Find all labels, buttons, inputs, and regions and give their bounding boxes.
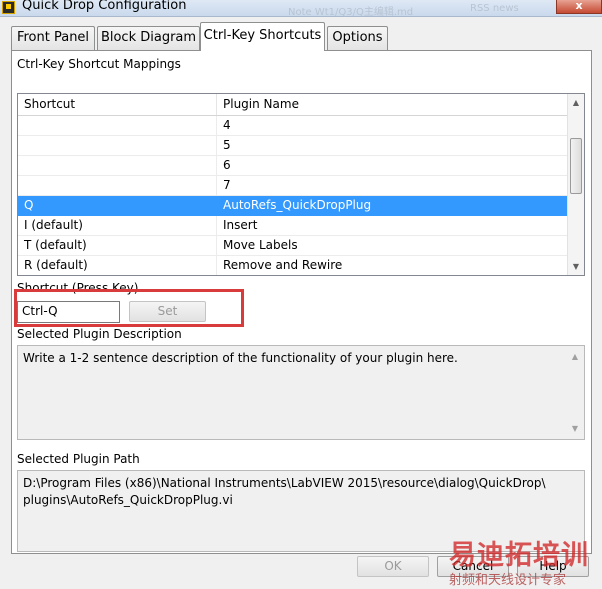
tab-options[interactable]: Options [327, 26, 388, 50]
column-divider[interactable] [216, 94, 217, 115]
table-row[interactable]: 6 [18, 156, 568, 176]
description-scrollbar[interactable]: ▲ ▼ [567, 346, 584, 439]
labview-app-icon [2, 1, 15, 14]
column-header-plugin-name[interactable]: Plugin Name [223, 97, 299, 111]
row-plugin-name: Move Labels [223, 238, 298, 252]
table-row[interactable]: 4 [18, 116, 568, 136]
listbox-rows: 4 5 6 7 Q AutoRefs_QuickDropPlug I (defa… [18, 116, 568, 275]
plugin-path-field[interactable]: D:\Program Files (x86)\National Instrume… [17, 470, 585, 552]
tab-ctrl-key-shortcuts[interactable]: Ctrl-Key Shortcuts [200, 22, 325, 51]
row-shortcut: I (default) [24, 218, 83, 232]
scroll-up-arrow-icon[interactable]: ▲ [567, 348, 583, 365]
tab-front-panel[interactable]: Front Panel [11, 26, 95, 50]
description-label: Selected Plugin Description [17, 327, 182, 341]
tab-block-diagram[interactable]: Block Diagram [97, 26, 200, 50]
table-row[interactable]: 5 [18, 136, 568, 156]
row-shortcut: Q [24, 198, 34, 212]
listbox-scrollbar[interactable]: ▲ ▼ [567, 94, 584, 275]
row-plugin-name: AutoRefs_QuickDropPlug [223, 198, 372, 212]
highlight-annotation-box [14, 289, 244, 327]
cancel-button[interactable]: Cancel [437, 556, 509, 577]
row-shortcut: T (default) [24, 238, 87, 252]
column-header-shortcut[interactable]: Shortcut [24, 97, 75, 111]
row-plugin-name: 6 [223, 158, 231, 172]
scroll-down-arrow-icon[interactable]: ▼ [567, 420, 583, 437]
shortcut-mappings-listbox[interactable]: Shortcut Plugin Name 4 5 6 7 Q AutoRefs_… [17, 93, 585, 276]
scroll-up-arrow-icon[interactable]: ▲ [568, 94, 584, 111]
row-plugin-name: 7 [223, 178, 231, 192]
table-row[interactable]: 7 [18, 176, 568, 196]
table-row-selected[interactable]: Q AutoRefs_QuickDropPlug [18, 196, 568, 216]
window-title: Quick Drop Configuration [22, 0, 187, 13]
plugin-description-text: Write a 1-2 sentence description of the … [23, 351, 458, 365]
plugin-path-label: Selected Plugin Path [17, 452, 140, 466]
dialog-body: Front Panel Block Diagram Ctrl-Key Short… [8, 18, 598, 586]
row-plugin-name: 5 [223, 138, 231, 152]
ok-button[interactable]: OK [357, 556, 429, 577]
row-plugin-name: Remove and Rewire [223, 258, 343, 272]
row-shortcut: R (default) [24, 258, 88, 272]
close-button[interactable]: x [556, 0, 602, 14]
mappings-section-label: Ctrl-Key Shortcut Mappings [17, 57, 181, 71]
row-plugin-name: 4 [223, 118, 231, 132]
scroll-down-arrow-icon[interactable]: ▼ [568, 258, 584, 275]
background-window-text: Note Wt1/Q3/Q主编辑.md [288, 7, 414, 18]
scrollbar-thumb[interactable] [570, 138, 582, 194]
help-button[interactable]: Help [517, 556, 589, 577]
table-row[interactable]: T (default) Move Labels [18, 236, 568, 256]
plugin-description-field[interactable]: Write a 1-2 sentence description of the … [17, 345, 585, 440]
background-window-text-2: RSS news [470, 3, 519, 14]
table-row[interactable]: I (default) Insert [18, 216, 568, 236]
listbox-header: Shortcut Plugin Name [18, 94, 568, 116]
table-row[interactable]: R (default) Remove and Rewire [18, 256, 568, 275]
row-plugin-name: Insert [223, 218, 258, 232]
plugin-path-text: D:\Program Files (x86)\National Instrume… [23, 476, 546, 507]
title-bar: Quick Drop Configuration Note Wt1/Q3/Q主编… [0, 0, 602, 18]
